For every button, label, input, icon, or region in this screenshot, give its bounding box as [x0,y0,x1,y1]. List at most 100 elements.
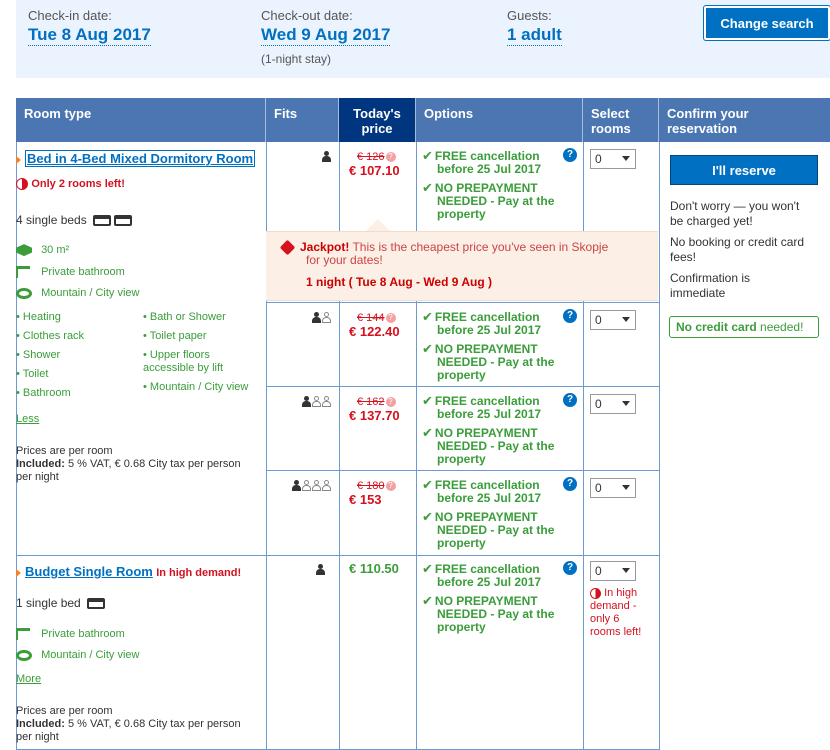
header-select-rooms: Select rooms [583,98,659,142]
facility-item: • Clothes rack [16,330,85,342]
checkin-field[interactable]: Check-in date: Tue 8 Aug 2017 [28,8,151,46]
discounted-price: € 137.70 [349,408,400,423]
help-icon[interactable]: ? [563,561,577,575]
help-icon[interactable]: ? [563,148,577,162]
room-2-beds: 1 single bed [16,596,106,610]
grid-line [416,142,417,231]
bed-icon [114,215,133,227]
included-text: Included: 5 % VAT, € 0.68 City tax per p… [16,458,241,483]
no-prepayment: ✔ NO PREPAYMENT NEEDED - Pay at the propert… [422,509,555,550]
room-2-view-text: Mountain / City view [41,649,140,661]
grid-line [16,555,659,556]
room-2-price: € 110.50 [349,561,399,576]
checkout-field[interactable]: Check-out date: Wed 9 Aug 2017 (1-night … [261,8,391,66]
facility-item: • Shower [16,349,61,361]
check-icon: ✔ [422,561,433,576]
room-1-select[interactable]: 0 [590,310,636,330]
person-outline-icon [312,480,321,492]
room-2-beds-text: 1 single bed [16,596,81,610]
header-confirm: Confirm your reservation [667,106,749,136]
facility-item: • Toilet [16,368,49,380]
checkin-value[interactable]: Tue 8 Aug 2017 [28,25,151,46]
guests-value[interactable]: 1 adult [507,25,562,46]
no-prepayment: ✔ NO PREPAYMENT NEEDED - Pay at the propert… [422,341,555,382]
room-1-facilities-right: • Bath or Shower • Toilet paper • Upper … [143,311,253,394]
person-icon [302,396,311,408]
check-icon: ✔ [422,477,433,492]
grid-line [339,142,340,231]
room-1-bathroom-text: Private bathroom [41,266,125,278]
discounted-price: € 107.10 [349,163,400,178]
room-1-view: Mountain / City view [16,287,140,299]
expand-arrow-icon [16,568,21,577]
reserve-button[interactable]: I'll reserve [670,155,818,185]
header-room-type: Room type [16,98,266,142]
facility-item: • Toilet paper [143,330,207,342]
help-icon[interactable]: ? [563,393,577,407]
header-select-line1: Select [591,106,630,121]
included-text: Included: 5 % VAT, € 0.68 City tax per p… [16,718,241,743]
person-outline-icon [302,480,311,492]
shower-icon [16,628,30,641]
fits-icons [292,478,331,492]
free-cancellation: ✔ FREE cancellation before 25 Jul 2017 [422,309,542,337]
checkout-value[interactable]: Wed 9 Aug 2017 [261,25,391,46]
header-fits: Fits [266,98,339,142]
room-1-beds: 4 single beds [16,213,133,227]
room-1-select[interactable]: 0 [590,394,636,414]
room-1-select[interactable]: 0 [590,149,636,169]
jackpot-dates: 1 night ( Tue 8 Aug - Wed 9 Aug ) [306,275,492,289]
jackpot-notch [366,219,390,231]
grid-line [266,470,659,471]
no-credit-card-badge: No credit card needed! [669,316,819,338]
check-icon: ✔ [422,341,433,356]
room-1-select[interactable]: 0 [590,478,636,498]
discounted-price: € 122.40 [349,324,400,339]
guests-label: Guests: [507,8,552,23]
guests-field[interactable]: Guests: 1 adult [507,8,562,46]
stay-length: (1-night stay) [261,52,332,66]
room-1-link[interactable]: Bed in 4-Bed Mixed Dormitory Room [25,150,256,167]
help-icon[interactable]: ? [563,477,577,491]
change-search-button[interactable]: Change search [704,6,830,40]
room-1-scarcity: Only 2 rooms left! [16,176,125,190]
header-select-line2: rooms [591,121,631,136]
fits-icons [322,149,331,163]
room-1-bathroom: Private bathroom [16,266,125,279]
room-2-name-row: Budget Single Room In high demand! [16,564,241,579]
table-header: Room type Fits Today's price Options Sel… [16,98,830,142]
info-dot-icon: ? [385,396,396,407]
tag-icon [279,240,296,256]
room-1-name-row: Bed in 4-Bed Mixed Dormitory Room [16,150,256,167]
help-icon[interactable]: ? [563,309,577,323]
person-icon [316,564,325,576]
grid-line [583,142,584,231]
room-1-view-text: Mountain / City view [41,287,140,299]
more-link[interactable]: More [16,673,41,685]
old-price: € 180? [357,478,396,492]
header-today-price: Today's price [339,98,416,142]
room-1-size-text: 30 m² [41,244,70,256]
room-2-link[interactable]: Budget Single Room [25,564,153,579]
grid-line [266,386,659,387]
no-prepayment: ✔ NO PREPAYMENT NEEDED - Pay at the propert… [422,180,555,221]
room-1-prices-note: Prices are per room Included: 5 % VAT, €… [16,445,256,484]
check-icon: ✔ [422,180,433,195]
person-icon [312,312,321,324]
bed-icon [93,215,112,227]
no-prepayment: ✔ NO PREPAYMENT NEEDED - Pay at the propert… [422,593,555,634]
check-icon: ✔ [422,509,433,524]
info-dot-icon: ? [385,151,396,162]
less-link[interactable]: Less [16,413,39,425]
room-2-more: More [16,671,41,685]
free-cancellation: ✔ FREE cancellation before 25 Jul 2017 [422,393,542,421]
expand-arrow-icon [16,155,21,164]
bed-icon [87,598,106,610]
worry-text: Don't worry — you won't be charged yet! [670,199,800,228]
confirmation-text: Confirmation is immediate [670,271,751,300]
room-2-select[interactable]: 0 [590,561,636,581]
room-1-beds-text: 4 single beds [16,213,87,227]
header-today-line2: price [361,121,393,136]
checkin-label: Check-in date: [28,8,112,23]
room-2-prices-note: Prices are per room Included: 5 % VAT, €… [16,705,256,744]
